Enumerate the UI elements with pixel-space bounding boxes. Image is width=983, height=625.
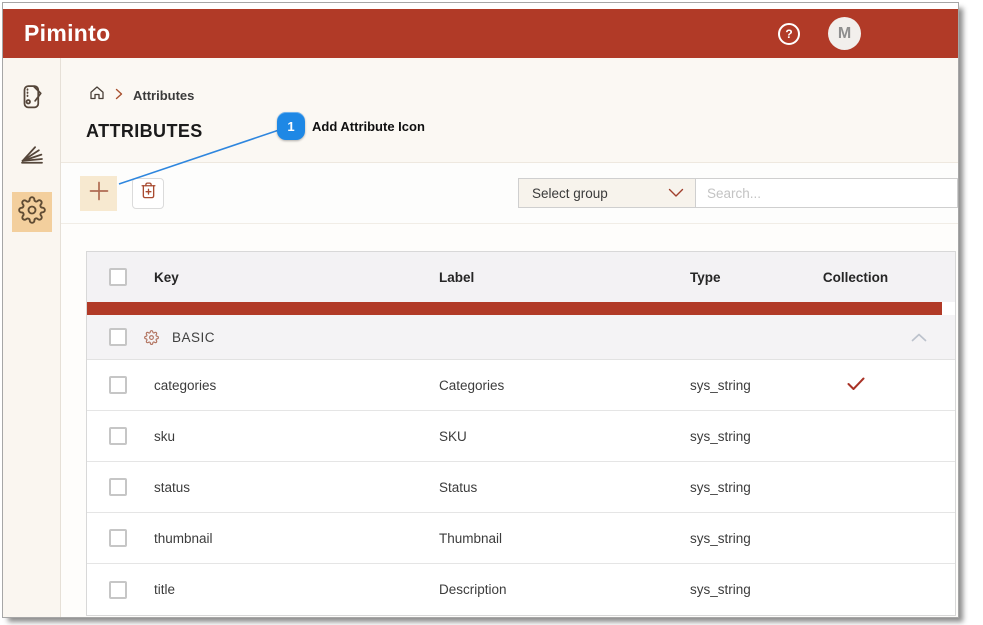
book-icon (17, 83, 47, 118)
group-checkbox[interactable] (109, 328, 127, 346)
table-row[interactable]: sku SKU sys_string (87, 411, 955, 462)
cell-type: sys_string (687, 531, 822, 546)
chevron-down-icon (668, 186, 684, 201)
row-checkbox[interactable] (109, 478, 127, 496)
search-input[interactable] (695, 178, 958, 208)
delete-attribute-button[interactable] (132, 178, 164, 209)
column-header-collection[interactable]: Collection (822, 270, 955, 285)
stack-icon (17, 139, 47, 174)
avatar[interactable]: M (828, 17, 861, 50)
gear-icon (18, 196, 46, 229)
cell-label: Thumbnail (436, 531, 687, 546)
breadcrumb: Attributes (89, 85, 958, 106)
plus-icon (88, 180, 110, 207)
row-checkbox[interactable] (109, 529, 127, 547)
group-select[interactable]: Select group (518, 178, 696, 208)
toolbar-filters: Select group (518, 178, 958, 208)
column-header-key[interactable]: Key (151, 270, 436, 285)
cell-key: thumbnail (151, 531, 436, 546)
table-row[interactable]: status Status sys_string (87, 462, 955, 513)
breadcrumb-current[interactable]: Attributes (133, 88, 194, 103)
page-title: ATTRIBUTES (86, 121, 958, 142)
group-label: BASIC (172, 330, 215, 345)
header-actions: ? M (778, 17, 861, 50)
sidebar (3, 58, 61, 618)
group-select-value: Select group (532, 186, 608, 201)
cell-label: Description (436, 582, 687, 597)
help-button[interactable]: ? (778, 23, 800, 45)
cell-type: sys_string (687, 429, 822, 444)
table-header-row: Key Label Type Collection (87, 252, 955, 302)
cell-label: Categories (436, 378, 687, 393)
cell-label: Status (436, 480, 687, 495)
app-header: Piminto ? M (3, 9, 958, 58)
cell-label: SKU (436, 429, 687, 444)
annotation-step-badge: 1 (277, 112, 305, 140)
toolbar: Select group (61, 163, 958, 224)
column-header-type[interactable]: Type (687, 270, 822, 285)
avatar-initial: M (838, 25, 851, 43)
table-row[interactable]: title Description sys_string (87, 564, 955, 615)
cell-key: sku (151, 429, 436, 444)
progress-bar (87, 302, 942, 315)
row-checkbox[interactable] (109, 581, 127, 599)
cell-type: sys_string (687, 582, 822, 597)
app-window: Piminto ? M (2, 2, 959, 618)
annotation-label: Add Attribute Icon (312, 119, 425, 134)
attributes-table-section: Key Label Type Collection (61, 224, 958, 616)
question-mark-icon: ? (785, 27, 792, 41)
cell-key: title (151, 582, 436, 597)
cell-key: categories (151, 378, 436, 393)
table-row[interactable]: categories Categories sys_string (87, 360, 955, 411)
collection-check-icon (846, 376, 866, 395)
annotation-step-number: 1 (287, 119, 294, 134)
home-icon[interactable] (89, 85, 105, 106)
group-row-basic[interactable]: BASIC (87, 315, 955, 360)
select-all-checkbox[interactable] (109, 268, 127, 286)
attributes-table: Key Label Type Collection (86, 251, 956, 616)
group-gear-icon (144, 330, 159, 345)
row-checkbox[interactable] (109, 427, 127, 445)
add-attribute-button[interactable] (80, 176, 117, 211)
trash-icon (139, 181, 158, 205)
main-content: Attributes ATTRIBUTES (61, 58, 958, 618)
cell-key: status (151, 480, 436, 495)
table-row[interactable]: thumbnail Thumbnail sys_string (87, 513, 955, 564)
collapse-group-icon[interactable] (911, 333, 927, 342)
cell-type: sys_string (687, 480, 822, 495)
sidebar-item-catalog[interactable] (12, 80, 52, 120)
cell-type: sys_string (687, 378, 822, 393)
sidebar-item-settings[interactable] (12, 192, 52, 232)
page-head: Attributes ATTRIBUTES (61, 58, 958, 163)
app-logo: Piminto (24, 20, 110, 47)
breadcrumb-separator-icon (114, 87, 124, 105)
row-checkbox[interactable] (109, 376, 127, 394)
column-header-label[interactable]: Label (436, 270, 687, 285)
progress-track (87, 302, 955, 315)
sidebar-item-assets[interactable] (12, 136, 52, 176)
